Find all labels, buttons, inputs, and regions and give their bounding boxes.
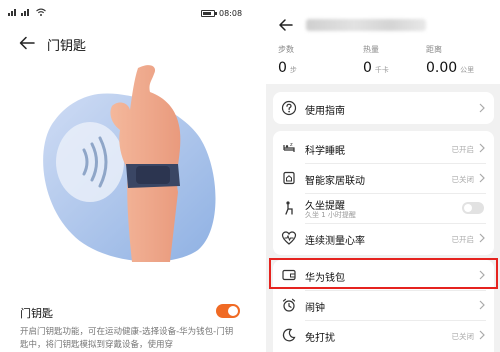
signal-icon-2 (21, 9, 29, 16)
back-arrow-icon[interactable] (278, 17, 294, 33)
toggle-knob (228, 306, 238, 316)
item-label: 智能家居联动 (305, 176, 365, 187)
chevron-right-icon (479, 103, 485, 113)
sedentary-reminder-item: 久坐提醒 久坐 1 小时提醒 (273, 193, 494, 223)
usage-guide-item[interactable]: 使用指南 (273, 93, 494, 123)
door-key-screen: 08:08 门钥匙 门钥匙 开启门钥匙功能，可在运动健康-选择设备-华为钱包-门… (0, 0, 250, 352)
back-arrow-icon[interactable] (18, 34, 36, 52)
item-label: 科学睡眠 (305, 146, 345, 157)
sedentary-icon (285, 201, 293, 215)
door-key-label: 门钥匙 (20, 307, 53, 320)
item-subtitle: 久坐 1 小时提醒 (305, 211, 356, 219)
wrist-nfc-illustration (43, 65, 216, 262)
wifi-icon (36, 8, 46, 16)
do-not-disturb-item[interactable]: 免打扰 已关闭 (273, 320, 494, 350)
stat-label: 步数 (278, 45, 294, 54)
chevron-right-icon (479, 143, 485, 153)
stat-value: 0 (363, 60, 372, 76)
battery-icon (201, 10, 217, 17)
stat-unit: 千卡 (374, 66, 389, 74)
stat-unit: 步 (289, 66, 297, 74)
wallet-card: 华为钱包 闹钟 免打扰 已关闭 (273, 260, 494, 352)
signal-icon (8, 9, 16, 16)
stat-steps: 步数 0步 (278, 44, 297, 76)
status-bar: 08:08 (0, 0, 250, 24)
device-summary: 步数 0步 热量 0 千卡 距离 0.00 公里 (266, 0, 500, 84)
item-label: 连续测量心率 (305, 236, 365, 247)
item-label: 闹钟 (305, 303, 325, 314)
stat-value: 0 (278, 60, 287, 76)
item-label: 使用指南 (305, 106, 345, 117)
chevron-right-icon (479, 233, 485, 243)
sleep-icon: z (283, 142, 295, 152)
svg-text:z: z (290, 142, 293, 148)
features-card: z 科学睡眠 已开启 智能家居联动 已关闭 久坐提醒 久坐 1 小时提醒 连续测… (273, 131, 494, 255)
heart-rate-item[interactable]: 连续测量心率 已开启 (273, 223, 494, 253)
item-status: 已关闭 (451, 175, 475, 184)
alarm-icon (282, 298, 296, 312)
chevron-right-icon (479, 173, 485, 183)
door-key-description: 开启门钥匙功能，可在运动健康-选择设备-华为钱包-门钥匙中，将门钥匙模拟到穿戴设… (20, 327, 234, 350)
alarm-item[interactable]: 闹钟 (273, 290, 494, 320)
heart-rate-icon (281, 231, 297, 245)
scientific-sleep-item[interactable]: z 科学睡眠 已开启 (273, 133, 494, 163)
stat-distance: 距离 0.00 公里 (426, 44, 474, 76)
do-not-disturb-icon (282, 328, 296, 342)
stat-label: 热量 (363, 45, 379, 54)
device-settings-screen: 步数 0步 热量 0 千卡 距离 0.00 公里 使用指南 z 科学睡眠 已开启… (266, 0, 500, 352)
stat-value: 0.00 (426, 60, 458, 76)
stat-label: 距离 (426, 45, 442, 54)
wallet-icon (282, 269, 296, 281)
door-key-toggle-row: 门钥匙 (0, 300, 250, 324)
chevron-right-icon (479, 330, 485, 340)
blurred-device-name (306, 19, 426, 31)
guide-card: 使用指南 (273, 92, 494, 124)
chevron-right-icon (479, 270, 485, 280)
chevron-right-icon (479, 300, 485, 310)
huawei-wallet-item[interactable]: 华为钱包 (273, 260, 494, 290)
item-status: 已开启 (451, 235, 475, 244)
smart-home-icon (283, 171, 295, 185)
status-time: 08:08 (219, 9, 243, 18)
stat-unit: 公里 (460, 66, 475, 74)
item-status: 已开启 (451, 145, 475, 154)
item-label: 免打扰 (305, 333, 335, 344)
question-circle-icon (281, 100, 297, 116)
smart-home-item[interactable]: 智能家居联动 已关闭 (273, 163, 494, 193)
sedentary-toggle[interactable] (462, 202, 484, 214)
stat-calories: 热量 0 千卡 (363, 44, 389, 76)
item-label: 华为钱包 (305, 273, 345, 284)
door-key-toggle[interactable] (216, 304, 240, 318)
item-status: 已关闭 (451, 332, 475, 341)
toggle-knob (464, 204, 472, 212)
